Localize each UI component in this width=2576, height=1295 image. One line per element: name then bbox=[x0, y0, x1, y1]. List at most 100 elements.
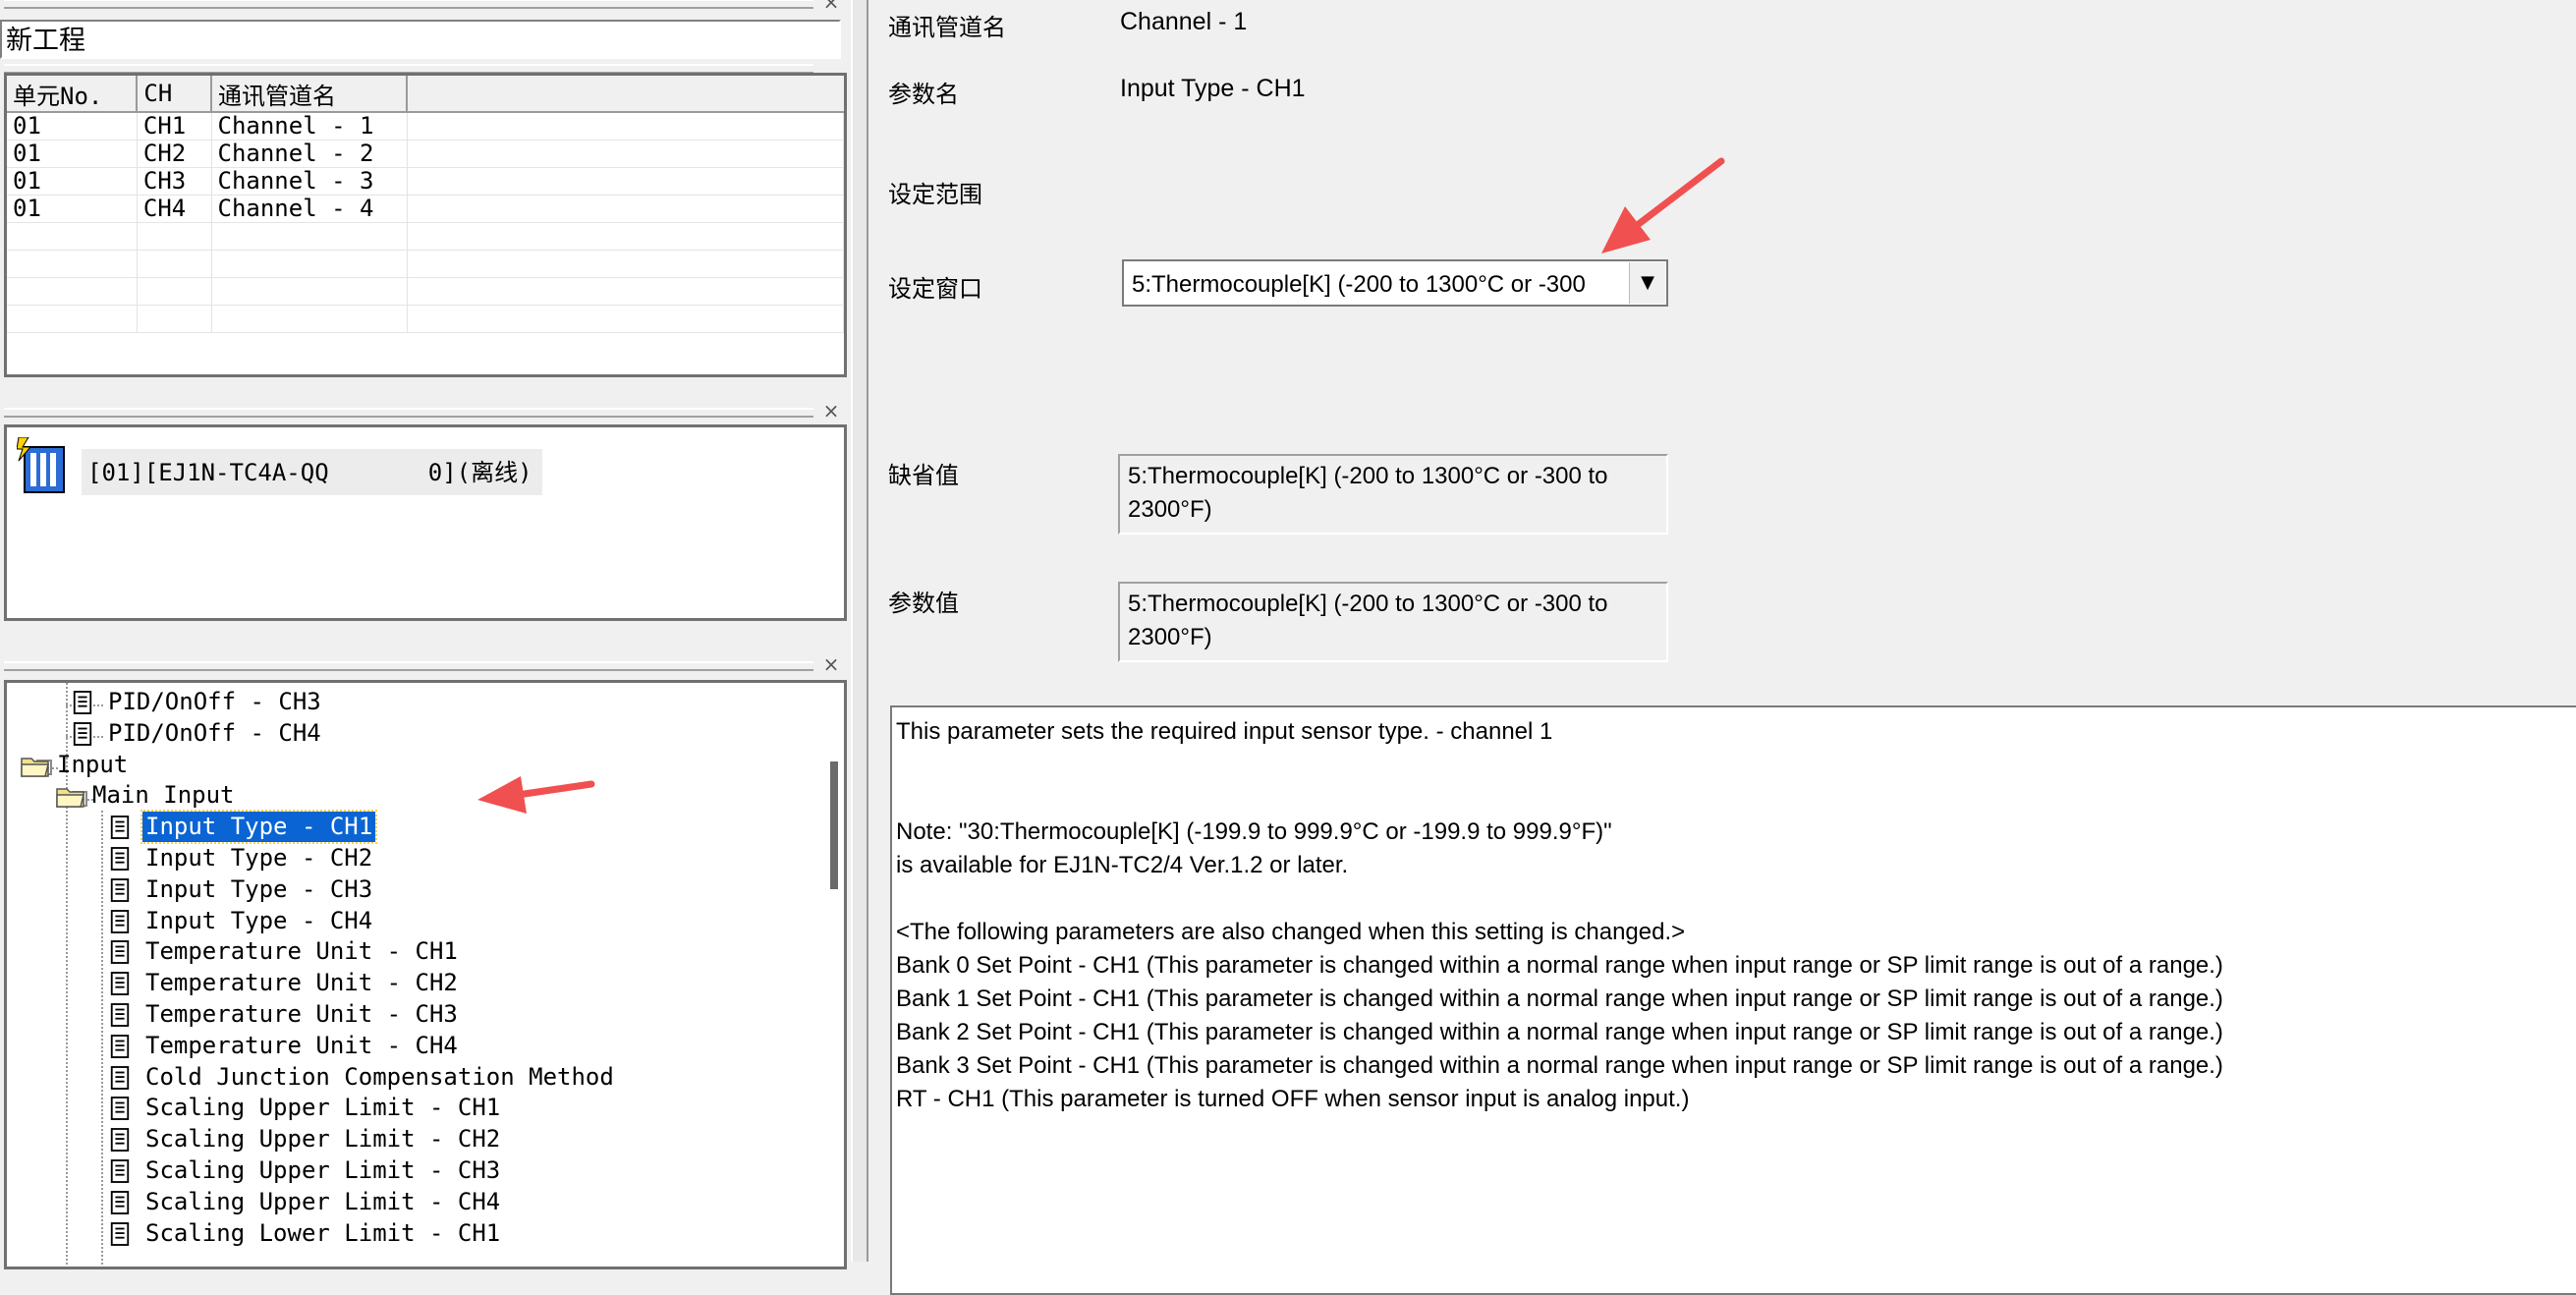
table-row[interactable]: 01 CH3 Channel - 3 bbox=[7, 167, 844, 196]
cell-channel-name: Channel - 2 bbox=[211, 140, 408, 168]
close-icon[interactable]: × bbox=[821, 0, 841, 12]
tree-item[interactable]: Scaling Upper Limit - CH2 bbox=[7, 1124, 822, 1154]
default-value-field: 5:Thermocouple[K] (-200 to 1300°C or -30… bbox=[1118, 454, 1668, 535]
tree-item-label: PID/OnOff - CH3 bbox=[108, 688, 321, 715]
parameter-name-value: Input Type - CH1 bbox=[1120, 75, 1306, 102]
device-label[interactable]: [01][EJ1N-TC4A-QQ 0](离线) bbox=[82, 449, 542, 495]
input-type-select[interactable]: 5:Thermocouple[K] (-200 to 1300°C or -30… bbox=[1122, 259, 1668, 307]
tree-item-label: Main Input bbox=[92, 781, 235, 810]
channel-name-label: 通讯管道名 bbox=[888, 14, 1006, 41]
cell-ch: CH1 bbox=[137, 112, 212, 141]
tree-item[interactable]: Input Type - CH2 bbox=[7, 843, 822, 873]
setting-window-label: 设定窗口 bbox=[888, 275, 982, 303]
table-row-empty bbox=[7, 305, 844, 333]
table-row[interactable]: 01 CH4 Channel - 4 bbox=[7, 195, 844, 223]
default-value-label: 缺省值 bbox=[888, 462, 959, 489]
table-row-empty bbox=[7, 250, 844, 278]
controller-icon bbox=[17, 437, 65, 493]
tree-item-label: Scaling Lower Limit - CH1 bbox=[145, 1218, 501, 1247]
tree-item[interactable]: Temperature Unit - CH2 bbox=[7, 968, 822, 998]
project-pane-grip[interactable]: × bbox=[0, 0, 849, 12]
table-row[interactable]: 01 CH2 Channel - 2 bbox=[7, 140, 844, 168]
document-icon bbox=[110, 816, 130, 840]
document-icon bbox=[110, 1190, 130, 1214]
input-type-select-value: 5:Thermocouple[K] (-200 to 1300°C or -30… bbox=[1132, 271, 1586, 298]
folder-open-icon bbox=[21, 757, 49, 777]
description-line bbox=[896, 882, 2576, 916]
document-icon bbox=[110, 847, 130, 871]
document-icon bbox=[73, 721, 92, 746]
tree-item-label: Scaling Upper Limit - CH3 bbox=[145, 1156, 501, 1184]
cell-ch: CH3 bbox=[137, 167, 212, 196]
tree-item[interactable]: Cold Junction Compensation Method bbox=[7, 1062, 822, 1093]
channel-table[interactable]: 单元No. CH 通讯管道名 01 CH1 Channel - 1 01 CH2… bbox=[4, 73, 847, 377]
cell-channel-name: Channel - 4 bbox=[211, 195, 408, 223]
parameter-tree[interactable]: − − PID/OnOff - CH3PID/OnOff - CH4InputM… bbox=[4, 680, 847, 1269]
cell-channel-name: Channel - 1 bbox=[211, 112, 408, 141]
tree-item[interactable]: PID/OnOff - CH4 bbox=[7, 718, 822, 749]
tree-item[interactable]: Temperature Unit - CH1 bbox=[7, 936, 822, 967]
tree-item-label: Scaling Upper Limit - CH2 bbox=[145, 1125, 501, 1154]
chevron-down-icon[interactable]: ▼ bbox=[1629, 262, 1665, 304]
document-icon bbox=[110, 972, 130, 996]
description-line: is available for EJ1N-TC2/4 Ver.1.2 or l… bbox=[896, 852, 1349, 878]
close-icon[interactable]: × bbox=[821, 401, 841, 421]
tree-item[interactable]: Scaling Upper Limit - CH3 bbox=[7, 1155, 822, 1186]
document-icon bbox=[110, 877, 130, 902]
parameter-description: This parameter sets the required input s… bbox=[890, 705, 2576, 1295]
tree-item[interactable]: Temperature Unit - CH4 bbox=[7, 1031, 822, 1061]
tree-item[interactable]: Scaling Lower Limit - CH1 bbox=[7, 1218, 822, 1249]
parameter-name-label: 参数名 bbox=[888, 81, 959, 108]
column-header-blank bbox=[407, 76, 844, 113]
setting-range-label: 设定范围 bbox=[888, 181, 982, 208]
tree-item[interactable]: Input Type - CH3 bbox=[7, 874, 822, 905]
description-line: Bank 0 Set Point - CH1 (This parameter i… bbox=[896, 952, 2223, 979]
column-header-ch[interactable]: CH bbox=[137, 76, 212, 113]
cell-unit: 01 bbox=[7, 140, 138, 168]
tree-scrollbar[interactable] bbox=[830, 761, 838, 889]
tree-folder[interactable]: Input bbox=[7, 750, 822, 780]
tree-item[interactable]: Scaling Upper Limit - CH1 bbox=[7, 1093, 822, 1123]
tree-item-label: Input Type - CH2 bbox=[145, 844, 373, 872]
cell-unit: 01 bbox=[7, 195, 138, 223]
description-line: Bank 3 Set Point - CH1 (This parameter i… bbox=[896, 1052, 2223, 1079]
tree-item[interactable]: Input Type - CH1 bbox=[7, 810, 822, 845]
document-icon bbox=[73, 691, 92, 714]
close-icon[interactable]: × bbox=[821, 654, 841, 674]
tree-item[interactable]: Scaling Upper Limit - CH4 bbox=[7, 1187, 822, 1217]
tree-item[interactable]: Input Type - CH4 bbox=[7, 906, 822, 936]
tree-item-label: Scaling Upper Limit - CH1 bbox=[145, 1094, 501, 1122]
document-icon bbox=[110, 1159, 130, 1183]
table-row-empty bbox=[7, 222, 844, 251]
tree-item-label: Scaling Upper Limit - CH4 bbox=[145, 1187, 501, 1215]
description-line bbox=[896, 749, 2576, 782]
description-line: Note: "30:Thermocouple[K] (-199.9 to 999… bbox=[896, 818, 1612, 845]
panel-splitter[interactable] bbox=[851, 0, 868, 1262]
cell-unit: 01 bbox=[7, 112, 138, 141]
tree-item-label: PID/OnOff - CH4 bbox=[108, 718, 321, 747]
device-pane-grip[interactable]: × bbox=[0, 401, 849, 421]
document-icon bbox=[110, 940, 130, 965]
tree-pane-grip[interactable]: × bbox=[0, 654, 849, 674]
cell-ch: CH2 bbox=[137, 140, 212, 168]
column-header-unit[interactable]: 单元No. bbox=[7, 76, 139, 113]
description-line: <The following parameters are also chang… bbox=[896, 919, 1686, 945]
parameter-value-label: 参数值 bbox=[888, 590, 959, 617]
project-title: 新工程 bbox=[0, 20, 841, 59]
document-icon bbox=[110, 1003, 130, 1027]
tree-item[interactable]: PID/OnOff - CH3 bbox=[7, 687, 822, 717]
cell-ch: CH4 bbox=[137, 195, 212, 223]
column-header-channel-name[interactable]: 通讯管道名 bbox=[211, 76, 409, 113]
cell-channel-name: Channel - 3 bbox=[211, 167, 408, 196]
channel-name-value: Channel - 1 bbox=[1120, 8, 1248, 35]
folder-open-icon bbox=[56, 788, 84, 809]
table-row[interactable]: 01 CH1 Channel - 1 bbox=[7, 112, 844, 141]
description-line: Bank 1 Set Point - CH1 (This parameter i… bbox=[896, 985, 2223, 1012]
tree-folder[interactable]: Main Input bbox=[7, 780, 822, 811]
tree-item-label: Input bbox=[57, 750, 129, 778]
document-icon bbox=[110, 1034, 130, 1058]
cell-unit: 01 bbox=[7, 167, 138, 196]
document-icon bbox=[110, 1128, 130, 1153]
device-list[interactable]: [01][EJ1N-TC4A-QQ 0](离线) bbox=[4, 424, 847, 621]
tree-item[interactable]: Temperature Unit - CH3 bbox=[7, 999, 822, 1030]
